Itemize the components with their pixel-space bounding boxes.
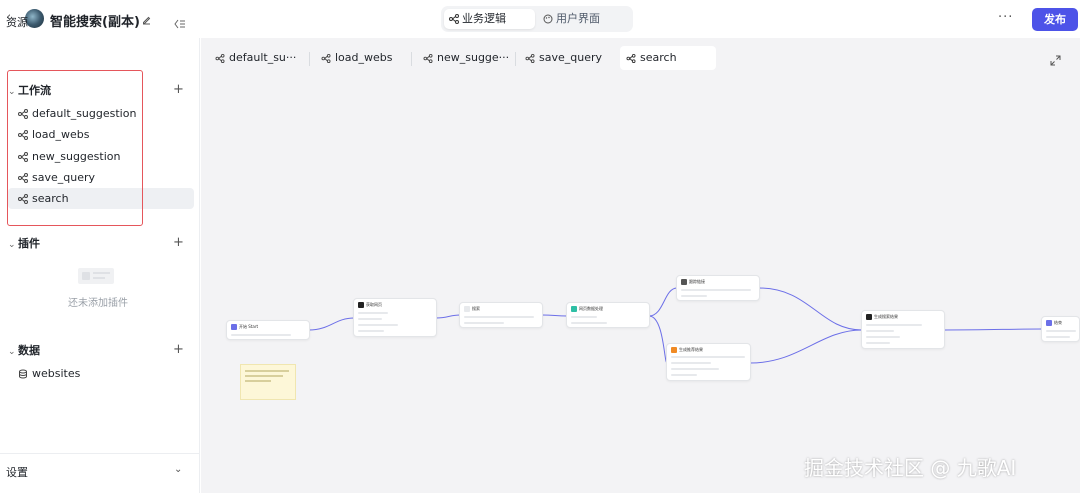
node-follow-links[interactable]: 跟踪链接 — [676, 275, 760, 301]
node-generate-recommendation[interactable]: 生成推荐结果 — [666, 343, 751, 381]
node-get-webpage[interactable]: 获取网页 — [353, 298, 437, 337]
node-start[interactable]: 开始 Start — [226, 320, 310, 340]
node-icon — [671, 347, 677, 353]
node-title: 跟踪链接 — [689, 279, 705, 284]
node-icon — [681, 279, 687, 285]
node-icon — [358, 302, 364, 308]
canvas-note[interactable] — [240, 364, 296, 400]
node-title: 搜索 — [472, 306, 480, 311]
node-icon — [571, 306, 577, 312]
node-icon — [464, 306, 470, 312]
end-icon — [1046, 320, 1052, 326]
watermark: 掘金技术社区 @ 九歌AI — [804, 456, 1017, 480]
workflow-edges — [308, 287, 1043, 364]
node-search[interactable]: 搜索 — [459, 302, 543, 328]
node-end[interactable]: 结束 — [1041, 316, 1080, 342]
node-title: 开始 Start — [239, 324, 259, 329]
node-title: 生成搜索结果 — [874, 314, 898, 319]
node-webpage-processing[interactable]: 网页数据处理 — [566, 302, 650, 328]
node-title: 结束 — [1054, 320, 1062, 325]
node-title: 生成推荐结果 — [679, 347, 703, 352]
node-title: 获取网页 — [366, 302, 382, 307]
node-icon — [866, 314, 872, 320]
start-icon — [231, 324, 237, 330]
node-generate-result[interactable]: 生成搜索结果 — [861, 310, 945, 349]
node-title: 网页数据处理 — [579, 306, 603, 311]
